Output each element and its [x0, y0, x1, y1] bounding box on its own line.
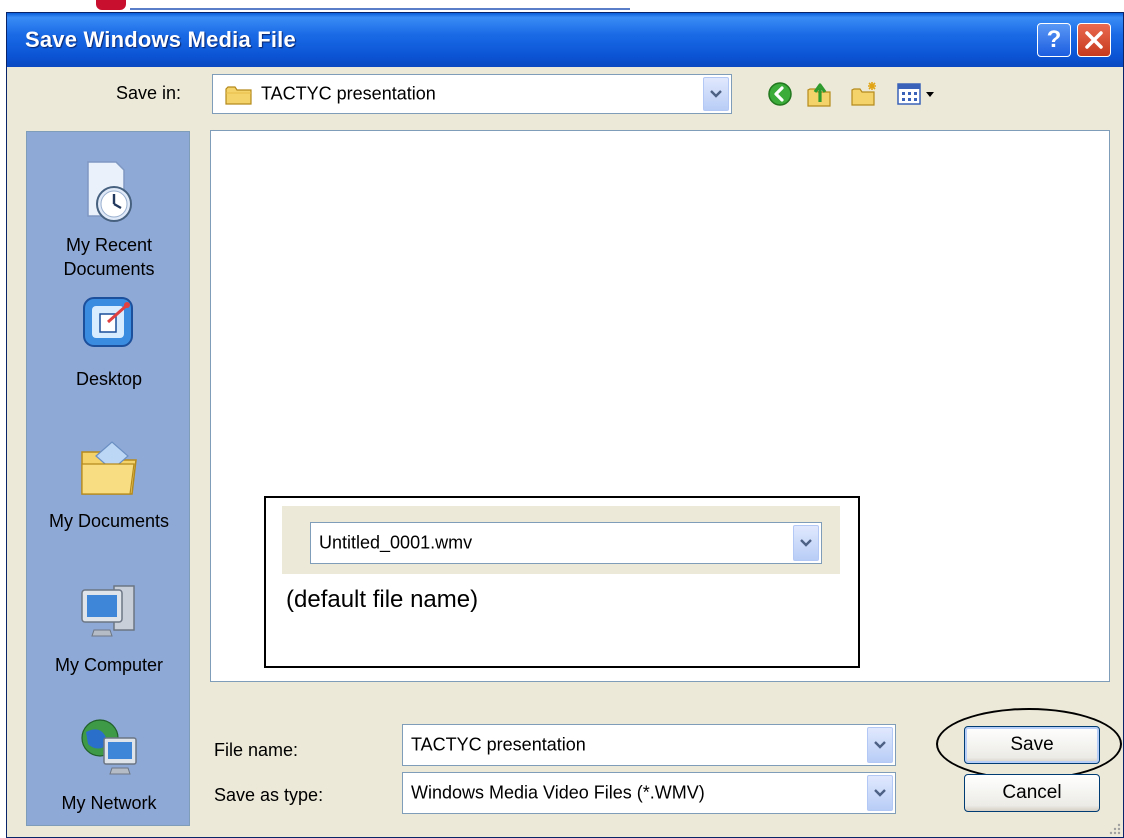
place-label: My Network: [61, 793, 157, 813]
place-label: My Documents: [48, 511, 170, 531]
save-in-value: TACTYC presentation: [261, 83, 436, 104]
desktop-icon: [83, 297, 133, 347]
resize-grip-icon[interactable]: [1108, 822, 1122, 836]
views-menu-icon[interactable]: [896, 80, 940, 108]
help-button[interactable]: ?: [1037, 23, 1071, 57]
close-button[interactable]: [1077, 23, 1111, 57]
close-icon: [1085, 31, 1103, 49]
background-window-fragment: [96, 0, 126, 10]
place-desktop[interactable]: Desktop: [27, 292, 191, 391]
chevron-down-icon[interactable]: [703, 77, 729, 111]
up-folder-icon[interactable]: [806, 80, 834, 108]
place-my-documents[interactable]: My Documents: [27, 434, 191, 533]
chevron-down-icon[interactable]: [867, 727, 893, 763]
place-label: My Recent Documents: [63, 235, 155, 279]
cancel-button[interactable]: Cancel: [964, 774, 1100, 812]
folder-icon: [225, 86, 252, 105]
save-as-type-dropdown[interactable]: Windows Media Video Files (*.WMV): [402, 772, 896, 814]
annotation-box: Untitled_0001.wmv (default file name): [264, 496, 860, 668]
default-filename-dropdown: Untitled_0001.wmv: [310, 522, 822, 564]
chevron-down-icon: [793, 525, 819, 561]
dialog-title: Save Windows Media File: [25, 27, 296, 52]
annotation-caption: (default file name): [286, 586, 479, 613]
recent-documents-icon: [87, 161, 132, 222]
place-my-recent-documents[interactable]: My Recent Documents: [27, 158, 191, 281]
save-as-type-value: Windows Media Video Files (*.WMV): [411, 782, 705, 803]
file-name-label: File name:: [214, 740, 299, 760]
save-in-label: Save in:: [116, 83, 182, 103]
chevron-down-icon[interactable]: [867, 775, 893, 811]
file-name-value: TACTYC presentation: [411, 734, 586, 755]
my-computer-icon: [81, 585, 135, 637]
my-network-icon: [81, 719, 137, 775]
places-bar: My Recent Documents Desktop My Documents …: [26, 131, 190, 826]
file-name-input[interactable]: TACTYC presentation: [402, 724, 896, 766]
save-button-highlight-ellipse: [936, 708, 1122, 780]
title-bar[interactable]: Save Windows Media File ?: [7, 13, 1123, 67]
place-label: Desktop: [75, 369, 143, 389]
background-window-edge: [130, 8, 630, 10]
back-icon[interactable]: [766, 80, 794, 108]
place-my-network[interactable]: My Network: [27, 716, 191, 815]
save-as-type-label: Save as type:: [214, 785, 324, 805]
default-filename-value: Untitled_0001.wmv: [319, 532, 473, 553]
my-documents-icon: [81, 441, 137, 495]
new-folder-icon[interactable]: [850, 80, 878, 108]
save-in-dropdown[interactable]: TACTYC presentation: [212, 74, 732, 114]
desktop-background-strip: [0, 0, 1124, 12]
place-my-computer[interactable]: My Computer: [27, 578, 191, 677]
place-label: My Computer: [54, 655, 164, 675]
annotation-combo-background: Untitled_0001.wmv: [282, 506, 840, 574]
